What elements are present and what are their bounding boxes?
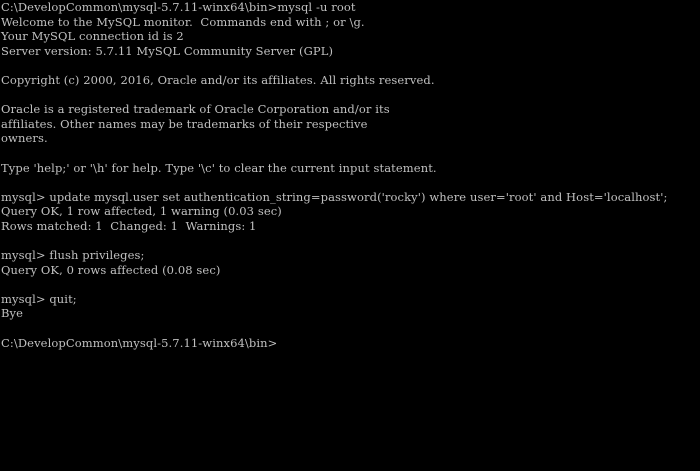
terminal-command-line: mysql> update mysql.user set authenticat… bbox=[1, 189, 668, 204]
terminal-line: Welcome to the MySQL monitor. Commands e… bbox=[1, 14, 365, 29]
terminal-command-line: mysql> quit; bbox=[1, 291, 77, 306]
terminal-console[interactable]: C:\DevelopCommon\mysql-5.7.11-winx64\bin… bbox=[0, 0, 700, 471]
terminal-line: Copyright (c) 2000, 2016, Oracle and/or … bbox=[1, 72, 435, 87]
terminal-line: Your MySQL connection id is 2 bbox=[1, 29, 184, 44]
terminal-command-line: mysql> flush privileges; bbox=[1, 248, 145, 263]
terminal-prompt-line[interactable]: C:\DevelopCommon\mysql-5.7.11-winx64\bin… bbox=[0, 336, 700, 351]
terminal-line: Server version: 5.7.11 MySQL Community S… bbox=[1, 43, 334, 58]
terminal-line: Query OK, 0 rows affected (0.08 sec) bbox=[1, 262, 221, 277]
terminal-line: affiliates. Other names may be trademark… bbox=[1, 116, 368, 131]
terminal-line: Rows matched: 1 Changed: 1 Warnings: 1 bbox=[1, 218, 257, 233]
terminal-line: Type 'help;' or '\h' for help. Type '\c'… bbox=[1, 160, 437, 175]
terminal-line: owners. bbox=[1, 131, 48, 146]
terminal-line: C:\DevelopCommon\mysql-5.7.11-winx64\bin… bbox=[1, 0, 356, 14]
terminal-line: Bye bbox=[1, 306, 24, 321]
terminal-line: Oracle is a registered trademark of Orac… bbox=[1, 102, 390, 117]
terminal-line: Query OK, 1 row affected, 1 warning (0.0… bbox=[1, 204, 282, 219]
